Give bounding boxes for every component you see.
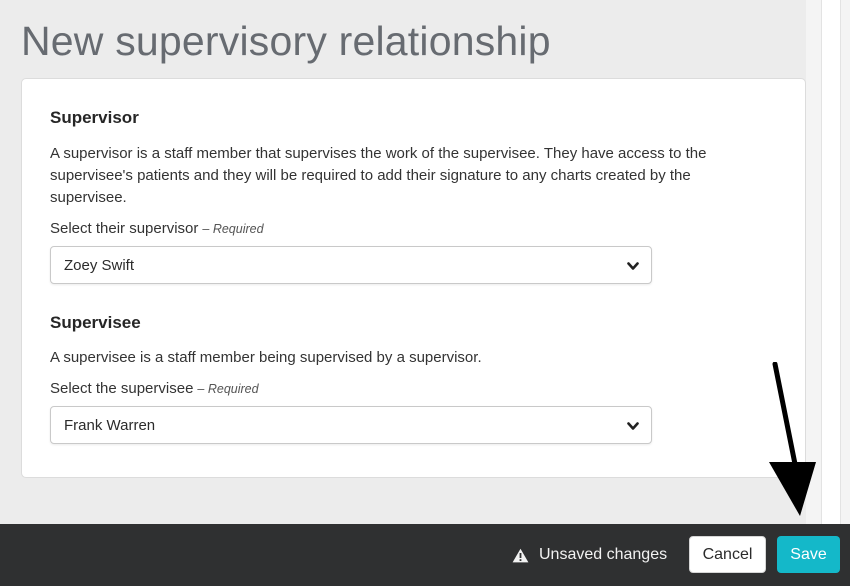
supervisor-heading: Supervisor [50, 108, 139, 127]
page-title: New supervisory relationship [21, 18, 551, 64]
action-footer: Unsaved changes Cancel Save [0, 524, 850, 586]
save-button[interactable]: Save [777, 536, 840, 573]
chevron-down-icon [627, 262, 639, 270]
supervisor-select[interactable]: Zoey Swift [50, 246, 652, 284]
supervisee-selected-value: Frank Warren [64, 417, 156, 434]
unsaved-text: Unsaved changes [539, 546, 668, 563]
unsaved-indicator: Unsaved changes [512, 545, 667, 565]
required-indicator: – Required [197, 382, 259, 396]
required-indicator: – Required [202, 222, 264, 236]
supervisor-label-text: Select their supervisor [50, 220, 199, 237]
cancel-button[interactable]: Cancel [689, 536, 766, 573]
supervisor-selected-value: Zoey Swift [64, 257, 135, 274]
supervisor-field-label: Select their supervisor – Required [50, 220, 264, 237]
supervisee-description: A supervisee is a staff member being sup… [50, 349, 482, 366]
scrollbar-track[interactable] [821, 0, 841, 524]
supervisee-select[interactable]: Frank Warren [50, 406, 652, 444]
arrow-annotation [769, 362, 816, 516]
supervisee-field-label: Select the supervisee – Required [50, 380, 259, 397]
supervisee-heading: Supervisee [50, 313, 141, 332]
chevron-down-icon [627, 422, 639, 430]
supervisee-label-text: Select the supervisee [50, 380, 194, 397]
supervisor-description: A supervisor is a staff member that supe… [50, 145, 707, 206]
warning-icon [512, 548, 529, 562]
form-card: Supervisor A supervisor is a staff membe… [21, 78, 806, 478]
